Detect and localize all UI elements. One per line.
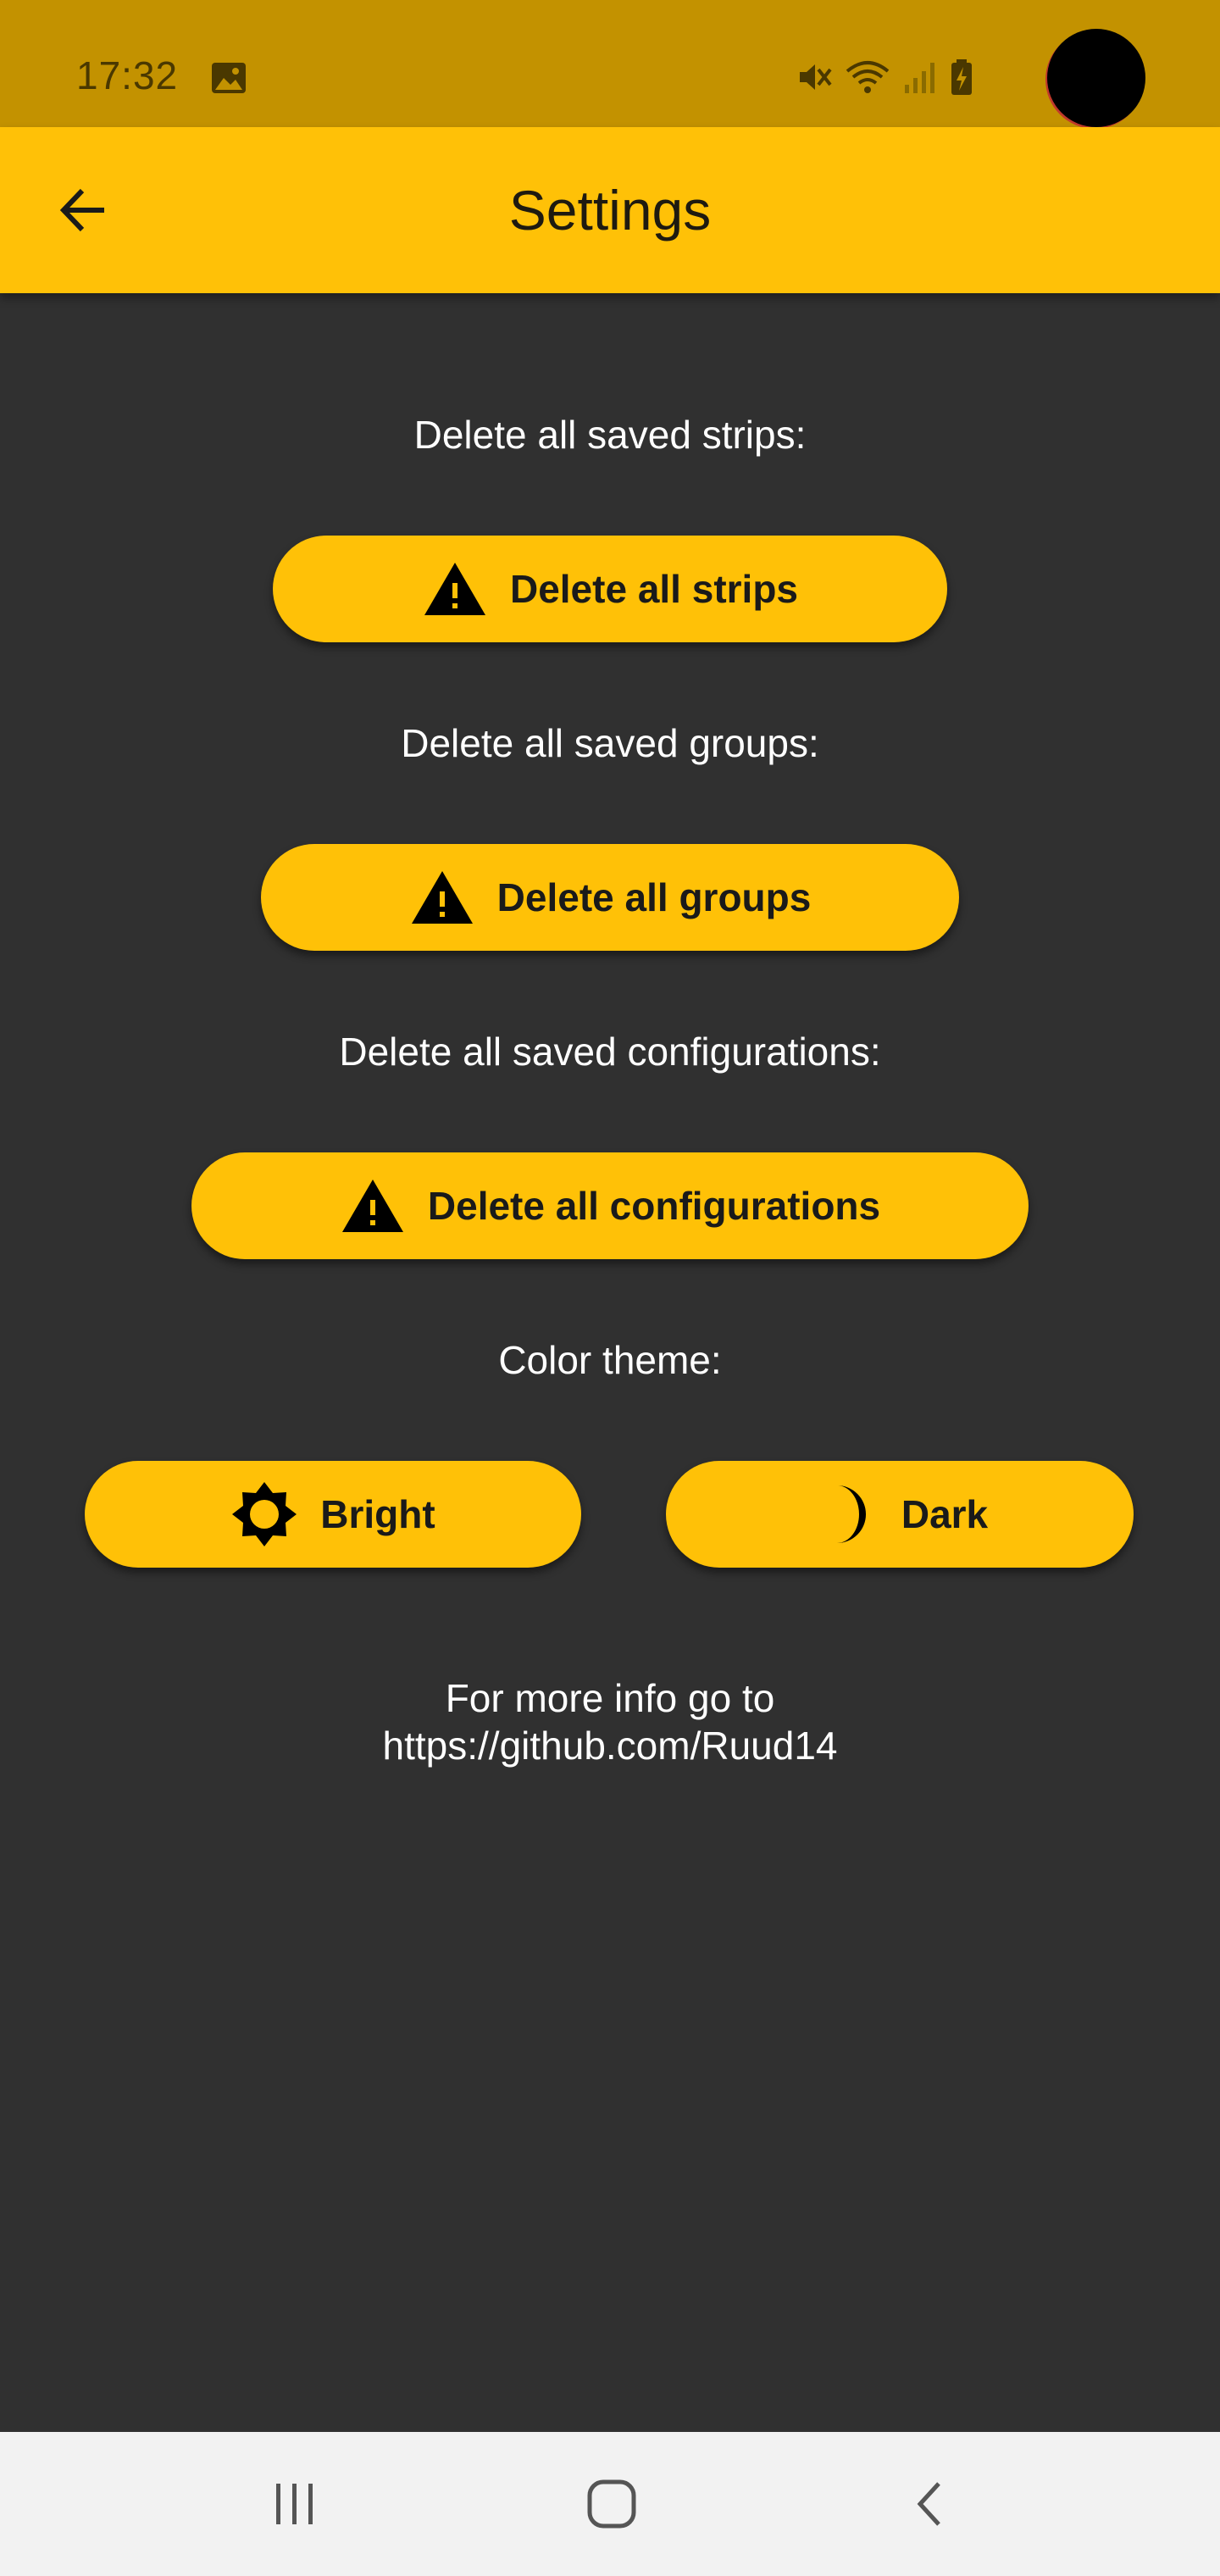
dark-theme-button[interactable]: Dark — [666, 1461, 1134, 1568]
strips-label: Delete all saved strips: — [413, 413, 807, 457]
info-text: For more info go to https://github.com/R… — [0, 1674, 1220, 1769]
arrow-back-icon — [59, 188, 104, 232]
warning-icon — [424, 563, 485, 615]
gallery-icon — [212, 63, 246, 93]
groups-label: Delete all saved groups: — [401, 721, 819, 765]
recent-apps-icon — [276, 2484, 313, 2524]
recent-apps-button[interactable] — [252, 2462, 337, 2546]
signal-icon — [905, 63, 934, 93]
bright-theme-label: Bright — [320, 1492, 435, 1536]
warning-icon — [341, 1180, 403, 1232]
moon-icon — [836, 1485, 866, 1543]
delete-all-groups-label: Delete all groups — [496, 875, 812, 919]
dark-theme-label: Dark — [901, 1492, 989, 1536]
status-bar: 17:32 — [0, 0, 1220, 127]
bright-theme-button[interactable]: Bright — [85, 1461, 581, 1568]
github-link[interactable]: https://github.com/Ruud14 — [0, 1722, 1220, 1769]
delete-all-configurations-button[interactable]: Delete all configurations — [191, 1152, 1029, 1259]
delete-all-configurations-label: Delete all configurations — [427, 1184, 881, 1228]
sun-icon — [232, 1482, 297, 1546]
color-theme-label: Color theme: — [498, 1338, 722, 1382]
home-icon — [587, 2479, 636, 2529]
app-bar: Settings — [0, 127, 1220, 293]
status-icons — [795, 56, 974, 98]
delete-all-strips-button[interactable]: Delete all strips — [273, 536, 947, 642]
back-icon — [917, 2482, 940, 2526]
info-line-1: For more info go to — [445, 1676, 775, 1720]
delete-all-groups-button[interactable]: Delete all groups — [261, 844, 959, 951]
camera-cutout — [1047, 29, 1145, 127]
navigation-bar — [0, 2432, 1220, 2576]
nav-back-button[interactable] — [888, 2462, 973, 2546]
page-title: Settings — [508, 179, 712, 242]
status-time: 17:32 — [76, 53, 179, 97]
screen: 17:32 Settings Delete all saved strips: … — [0, 0, 1220, 2576]
warning-icon — [411, 871, 473, 924]
battery-charging-icon — [951, 59, 972, 95]
home-button[interactable] — [569, 2462, 654, 2546]
wifi-icon — [846, 61, 890, 93]
back-button[interactable] — [41, 168, 125, 253]
delete-all-strips-label: Delete all strips — [509, 567, 799, 611]
configurations-label: Delete all saved configurations: — [339, 1030, 881, 1074]
mute-icon — [800, 64, 832, 90]
